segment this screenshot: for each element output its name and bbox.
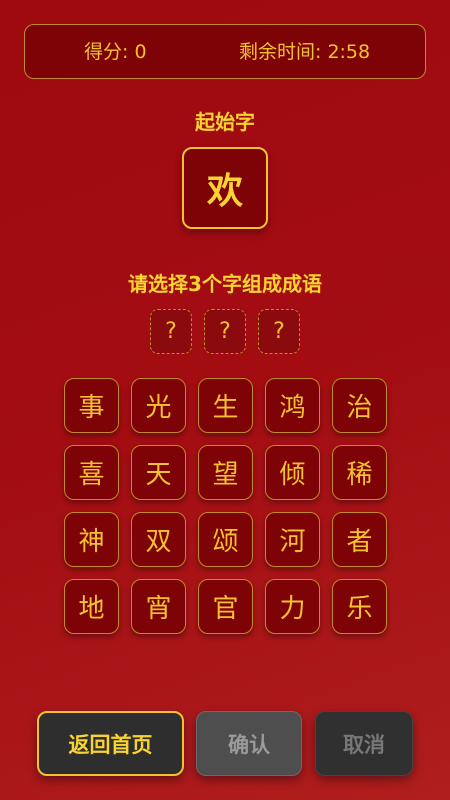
char-tile[interactable]: 望 (198, 445, 253, 500)
char-tile[interactable]: 稀 (332, 445, 387, 500)
char-tile[interactable]: 官 (198, 579, 253, 634)
confirm-button[interactable]: 确认 (196, 711, 302, 776)
answer-slot-1[interactable]: ? (150, 309, 192, 354)
timer-display: 剩余时间: 2:58 (239, 41, 371, 63)
start-char-label: 起始字 (195, 110, 255, 134)
char-tile[interactable]: 宵 (131, 579, 186, 634)
char-tile[interactable]: 治 (332, 378, 387, 433)
char-tile[interactable]: 乐 (332, 579, 387, 634)
score-display: 得分: 0 (84, 41, 147, 63)
status-bar: 得分: 0 剩余时间: 2:58 (24, 24, 426, 79)
char-tile[interactable]: 地 (64, 579, 119, 634)
instruction-text: 请选择3个字组成成语 (128, 272, 322, 296)
char-tile[interactable]: 生 (198, 378, 253, 433)
start-char-tile: 欢 (182, 147, 268, 229)
char-tile[interactable]: 神 (64, 512, 119, 567)
char-tile[interactable]: 双 (131, 512, 186, 567)
char-tile[interactable]: 天 (131, 445, 186, 500)
char-tile[interactable]: 喜 (64, 445, 119, 500)
char-tile[interactable]: 鸿 (265, 378, 320, 433)
char-tile[interactable]: 颂 (198, 512, 253, 567)
cancel-button[interactable]: 取消 (315, 711, 413, 776)
char-tile[interactable]: 倾 (265, 445, 320, 500)
char-tile[interactable]: 河 (265, 512, 320, 567)
char-tile[interactable]: 事 (64, 378, 119, 433)
home-button[interactable]: 返回首页 (37, 711, 184, 776)
char-tile[interactable]: 力 (265, 579, 320, 634)
char-tile[interactable]: 者 (332, 512, 387, 567)
answer-slot-3[interactable]: ? (258, 309, 300, 354)
char-tile[interactable]: 光 (131, 378, 186, 433)
answer-slot-2[interactable]: ? (204, 309, 246, 354)
